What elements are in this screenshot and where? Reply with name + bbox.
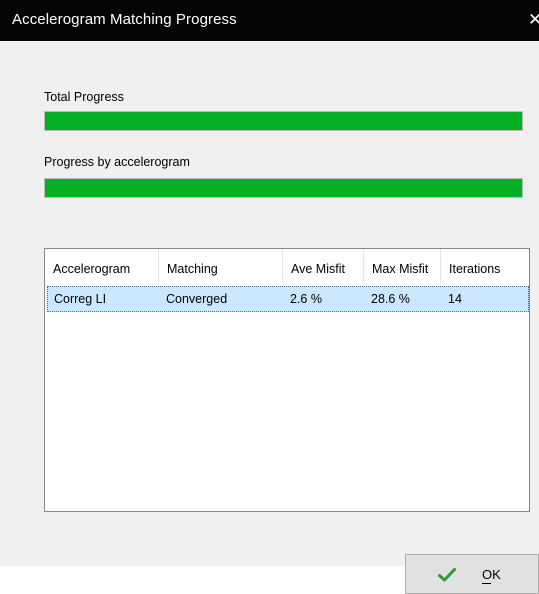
checkmark-icon bbox=[438, 568, 456, 582]
total-progress-fill bbox=[45, 112, 522, 130]
ok-label: OK bbox=[482, 567, 501, 582]
accelerogram-progress-label: Progress by accelerogram bbox=[44, 155, 190, 169]
close-icon[interactable]: ✕ bbox=[528, 11, 539, 29]
window-title: Accelerogram Matching Progress bbox=[12, 11, 237, 28]
total-progress-label: Total Progress bbox=[44, 90, 124, 104]
column-header-max-misfit[interactable]: Max Misfit bbox=[364, 249, 441, 282]
column-header-iterations[interactable]: Iterations bbox=[441, 249, 529, 282]
cell-accelerogram: Correg LI bbox=[54, 292, 107, 306]
ok-mnemonic-underline bbox=[482, 583, 491, 584]
list-header: Accelerogram Matching Ave Misfit Max Mis… bbox=[45, 249, 529, 282]
table-row[interactable]: Correg LI Converged 2.6 % 28.6 % 14 bbox=[47, 286, 529, 312]
accelerogram-progress-bar bbox=[44, 178, 523, 198]
total-progress-bar bbox=[44, 111, 523, 131]
column-header-accelerogram[interactable]: Accelerogram bbox=[45, 249, 159, 282]
cell-ave-misfit: 2.6 % bbox=[290, 292, 322, 306]
title-bar: Accelerogram Matching Progress ✕ bbox=[0, 0, 539, 41]
cell-matching: Converged bbox=[166, 292, 228, 306]
ok-button[interactable]: OK bbox=[405, 554, 539, 594]
accelerogram-progress-fill bbox=[45, 179, 522, 197]
cell-max-misfit: 28.6 % bbox=[371, 292, 410, 306]
column-header-matching[interactable]: Matching bbox=[159, 249, 283, 282]
cell-iterations: 14 bbox=[448, 292, 462, 306]
results-list-view[interactable]: Accelerogram Matching Ave Misfit Max Mis… bbox=[44, 248, 530, 512]
column-header-ave-misfit[interactable]: Ave Misfit bbox=[283, 249, 364, 282]
